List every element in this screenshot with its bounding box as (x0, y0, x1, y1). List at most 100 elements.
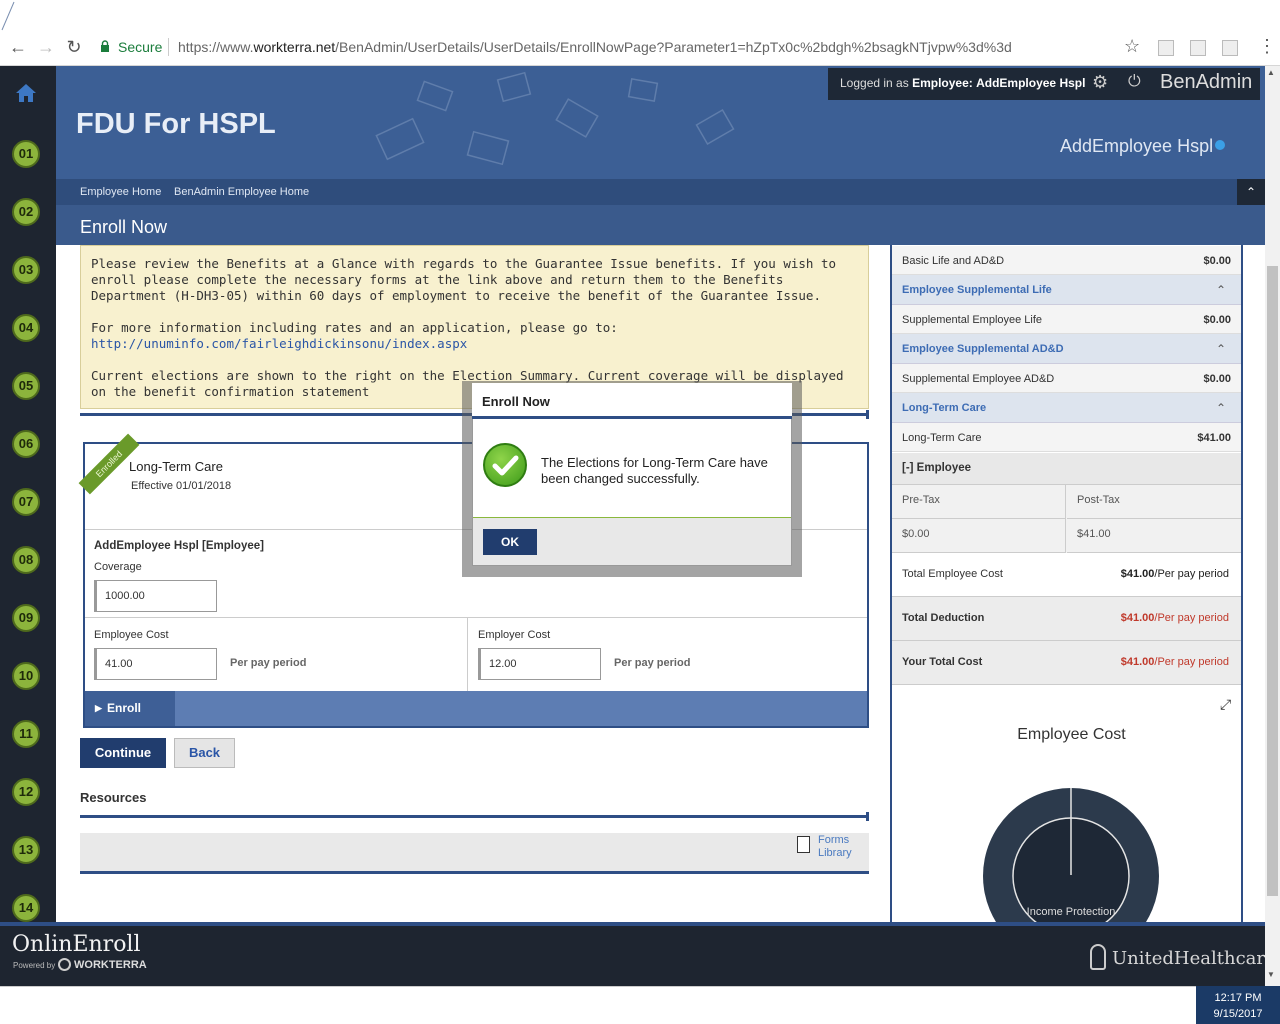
summary-label: Supplemental Employee Life (902, 314, 1043, 326)
scroll-down-icon[interactable]: ▼ (1267, 970, 1275, 979)
summary-row-basic-life: Basic Life and AD&D $0.00 (892, 246, 1241, 275)
chevron-up-icon[interactable]: ⌃ (1207, 336, 1235, 362)
status-dot (1215, 140, 1225, 150)
forms-line-1: Forms (818, 834, 850, 846)
divider (85, 617, 867, 618)
unitedhealthcare-logo: UnitedHealthcare (1112, 948, 1276, 969)
posttax-label: Post-Tax (1067, 485, 1241, 519)
step-09[interactable]: 09 (12, 604, 40, 632)
summary-value: $0.00 (1203, 314, 1231, 326)
summary-label: Basic Life and AD&D (902, 255, 1005, 267)
step-07[interactable]: 07 (12, 488, 40, 516)
step-12[interactable]: 12 (12, 778, 40, 806)
header-pattern-graphic (375, 71, 735, 166)
resources-box (80, 833, 869, 871)
step-05[interactable]: 05 (12, 372, 40, 400)
coverage-field[interactable]: 1000.00 (94, 580, 217, 612)
extension-pdf-icon[interactable] (1190, 40, 1206, 56)
workterra-mark-icon (58, 958, 71, 971)
browser-menu-icon[interactable]: ⋮ (1258, 36, 1276, 56)
gear-icon[interactable]: ⚙ (1092, 72, 1108, 93)
document-icon[interactable] (797, 836, 810, 853)
employer-cost-label: Employer Cost (478, 629, 551, 641)
cost-amount: $41.00 (1120, 656, 1155, 668)
home-icon[interactable] (14, 82, 38, 104)
unum-link[interactable]: http://unuminfo.com/fairleighdickinsonu/… (91, 336, 467, 351)
forward-arrow-icon[interactable]: → (34, 35, 58, 59)
play-icon: ▶ (95, 703, 102, 713)
brand-name: BenAdmin (1160, 71, 1253, 93)
section-supplemental-life[interactable]: Employee Supplemental Life ⌃ (892, 275, 1241, 305)
summary-label: Supplemental Employee AD&D (902, 373, 1055, 385)
url-field[interactable]: https://www.workterra.net/BenAdmin/UserD… (178, 39, 1012, 55)
bookmark-star-icon[interactable]: ☆ (1124, 36, 1140, 57)
summary-value: $0.00 (1203, 373, 1231, 385)
url-prefix: https://www. (178, 39, 254, 55)
clock-time: 12:17 PM (1214, 992, 1262, 1004)
step-04[interactable]: 04 (12, 314, 40, 342)
enroll-tab[interactable]: ▶ Enroll (85, 691, 175, 726)
section-rule (80, 812, 869, 821)
extension-g-icon[interactable] (1158, 40, 1174, 56)
section-supplemental-add[interactable]: Employee Supplemental AD&D ⌃ (892, 334, 1241, 364)
summary-value: $0.00 (1203, 255, 1231, 267)
scrollbar-thumb[interactable] (1267, 266, 1278, 896)
continue-button[interactable]: Continue (80, 738, 166, 768)
summary-row-ltc: Long-Term Care $41.00 (892, 423, 1241, 452)
powered-by-label: Powered by (13, 961, 56, 970)
logged-user: AddEmployee Hspl (976, 76, 1086, 90)
step-03[interactable]: 03 (12, 256, 40, 284)
onlinenroll-logo: OnlinEnroll (12, 932, 141, 957)
chevron-up-icon[interactable]: ⌃ (1207, 277, 1235, 303)
step-01[interactable]: 01 (12, 140, 40, 168)
step-10[interactable]: 10 (12, 662, 40, 690)
employer-cost-field[interactable]: 12.00 (478, 648, 601, 680)
notice-paragraph-2: For more information including rates and… (91, 320, 618, 335)
section-long-term-care[interactable]: Long-Term Care ⌃ (892, 393, 1241, 423)
back-arrow-icon[interactable]: ← (6, 35, 30, 59)
extension-r-icon[interactable] (1222, 40, 1238, 56)
breadcrumb-employee-home[interactable]: Employee Home (80, 186, 161, 198)
page-title-bar (56, 205, 1265, 245)
member-name: AddEmployee Hspl [Employee] (94, 540, 264, 552)
summary-value: $41.00 (1197, 432, 1231, 444)
employee-cost-field[interactable]: 41.00 (94, 648, 217, 680)
total-deduction-row: Total Deduction $41.00/Per pay period (892, 597, 1241, 641)
url-host: workterra.net (253, 39, 336, 55)
back-button[interactable]: Back (174, 738, 235, 768)
summary-row-supp-life: Supplemental Employee Life $0.00 (892, 305, 1241, 334)
posttax-value: $41.00 (1067, 519, 1241, 553)
step-08[interactable]: 08 (12, 546, 40, 574)
employee-name[interactable]: AddEmployee Hspl (1060, 136, 1213, 157)
cost-label: Total Employee Cost (902, 568, 1003, 580)
step-02[interactable]: 02 (12, 198, 40, 226)
tax-grid: Pre-Tax Post-Tax $0.00 $41.00 (892, 485, 1241, 553)
chart-slice-label: Income Protection (1026, 906, 1116, 918)
step-11[interactable]: 11 (12, 720, 40, 748)
browser-tab-strip (0, 0, 1280, 34)
expand-icon[interactable]: ⤢ (1220, 696, 1231, 713)
step-13[interactable]: 13 (12, 836, 40, 864)
collapse-header-icon[interactable]: ⌃ (1237, 179, 1265, 205)
step-06[interactable]: 06 (12, 430, 40, 458)
cost-amount: $41.00 (1120, 568, 1155, 580)
employee-cost-donut-chart (983, 788, 1159, 922)
power-icon[interactable]: ⏻ (1128, 73, 1141, 91)
cost-value: $41.00/Per pay period (1121, 612, 1229, 624)
employer-per-pay-period: Per pay period (614, 657, 691, 669)
ok-button[interactable]: OK (483, 529, 537, 555)
your-total-cost-row: Your Total Cost $41.00/Per pay period (892, 641, 1241, 685)
logged-in-label: Logged in as Employee: AddEmployee Hspl (840, 76, 1085, 90)
forms-library-link[interactable]: Forms Library (818, 834, 852, 860)
taskbar-clock[interactable]: 12:17 PM 9/15/2017 (1196, 986, 1280, 1024)
chevron-up-icon[interactable]: ⌃ (1207, 395, 1235, 421)
reload-icon[interactable]: ↻ (62, 35, 86, 59)
scroll-up-icon[interactable]: ▲ (1267, 68, 1275, 77)
breadcrumb-benadmin-home[interactable]: BenAdmin Employee Home (174, 186, 309, 198)
step-14[interactable]: 14 (12, 894, 40, 922)
org-title: FDU For HSPL (76, 108, 276, 140)
employee-cost-label: Employee Cost (94, 629, 169, 641)
cost-label: Total Deduction (902, 612, 985, 624)
employee-toggle[interactable]: [-] Employee (892, 453, 1241, 485)
summary-row-supp-add: Supplemental Employee AD&D $0.00 (892, 364, 1241, 393)
